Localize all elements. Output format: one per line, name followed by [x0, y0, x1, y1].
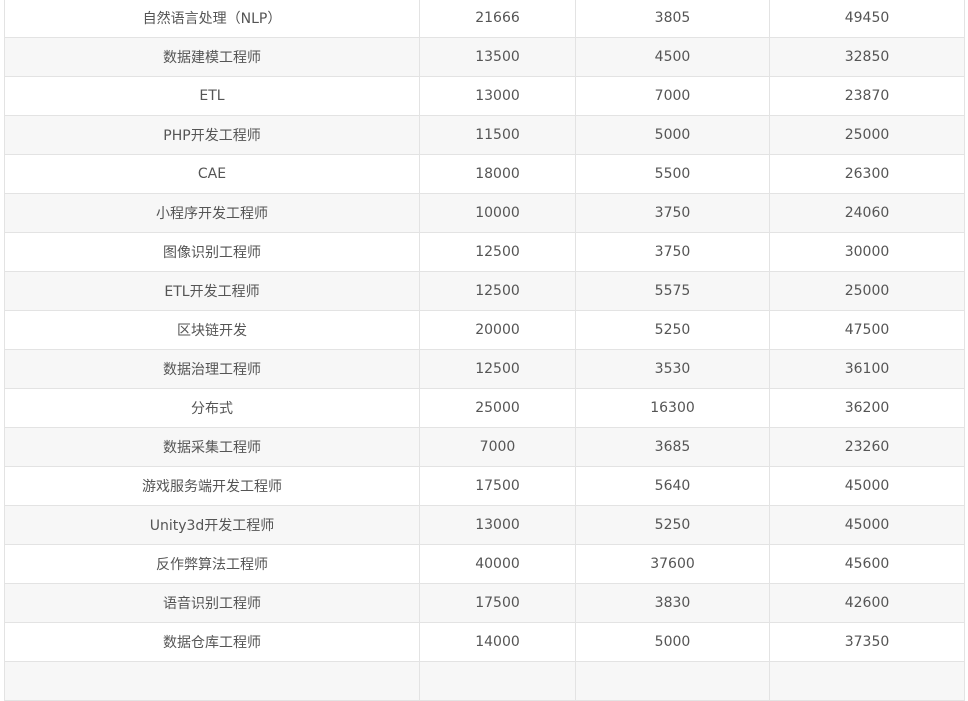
value-cell-1: 20000 — [419, 310, 576, 350]
value-cell-1: 13000 — [419, 76, 576, 116]
job-title-cell: ETL — [4, 76, 420, 116]
value-cell-2: 7000 — [575, 76, 770, 116]
value-cell-1: 12500 — [419, 232, 576, 272]
value-cell-3: 42600 — [769, 583, 965, 623]
value-cell-2: 5575 — [575, 271, 770, 311]
table-row: 分布式 25000 16300 36200 — [4, 388, 965, 428]
value-cell-2: 5250 — [575, 505, 770, 545]
value-cell-2: 4500 — [575, 37, 770, 77]
value-cell-2: 3805 — [575, 0, 770, 38]
table-row: 反作弊算法工程师 40000 37600 45600 — [4, 544, 965, 584]
value-cell-1: 25000 — [419, 388, 576, 428]
value-cell-1: 21666 — [419, 0, 576, 38]
job-title-cell: 图像识别工程师 — [4, 232, 420, 272]
table-row: Unity3d开发工程师 13000 5250 45000 — [4, 505, 965, 545]
value-cell-3: 47500 — [769, 310, 965, 350]
job-title-cell: 数据仓库工程师 — [4, 622, 420, 662]
value-cell-3: 45000 — [769, 505, 965, 545]
value-cell-2: 3685 — [575, 427, 770, 467]
table-row: 小程序开发工程师 10000 3750 24060 — [4, 193, 965, 233]
value-cell-1: 10000 — [419, 193, 576, 233]
value-cell-2: 5500 — [575, 154, 770, 194]
value-cell-3: 26300 — [769, 154, 965, 194]
job-title-cell: 数据建模工程师 — [4, 37, 420, 77]
value-cell-2: 5000 — [575, 115, 770, 155]
table-row: 区块链开发 20000 5250 47500 — [4, 310, 965, 350]
value-cell-2: 5640 — [575, 466, 770, 506]
value-cell-2: 5250 — [575, 310, 770, 350]
job-title-cell: 自然语言处理（NLP） — [4, 0, 420, 38]
salary-table: 自然语言处理（NLP） 21666 3805 49450 数据建模工程师 13500 450… — [4, 0, 965, 701]
value-cell-2: 16300 — [575, 388, 770, 428]
value-cell-1: 12500 — [419, 349, 576, 389]
job-title-cell: 数据采集工程师 — [4, 427, 420, 467]
job-title-cell: PHP开发工程师 — [4, 115, 420, 155]
table-row: 自然语言处理（NLP） 21666 3805 49450 — [4, 0, 965, 38]
table-row: 数据采集工程师 7000 3685 23260 — [4, 427, 965, 467]
job-title-cell: CAE — [4, 154, 420, 194]
value-cell-1: 17500 — [419, 466, 576, 506]
value-cell-2: 3830 — [575, 583, 770, 623]
table-row: CAE 18000 5500 26300 — [4, 154, 965, 194]
value-cell-3: 23870 — [769, 76, 965, 116]
value-cell-3: 45000 — [769, 466, 965, 506]
value-cell-1: 7000 — [419, 427, 576, 467]
job-title-cell: Unity3d开发工程师 — [4, 505, 420, 545]
value-cell-1: 13000 — [419, 505, 576, 545]
job-title-cell — [4, 661, 420, 701]
value-cell-3: 49450 — [769, 0, 965, 38]
value-cell-2: 3750 — [575, 232, 770, 272]
table-row: 数据仓库工程师 14000 5000 37350 — [4, 622, 965, 662]
value-cell-3: 36200 — [769, 388, 965, 428]
table-row: 游戏服务端开发工程师 17500 5640 45000 — [4, 466, 965, 506]
value-cell-3: 25000 — [769, 271, 965, 311]
table-row: ETL开发工程师 12500 5575 25000 — [4, 271, 965, 311]
table-row — [4, 661, 965, 701]
value-cell-2 — [575, 661, 770, 701]
table-body: 自然语言处理（NLP） 21666 3805 49450 数据建模工程师 13500 450… — [4, 0, 965, 701]
value-cell-3: 24060 — [769, 193, 965, 233]
job-title-cell: 反作弊算法工程师 — [4, 544, 420, 584]
value-cell-2: 5000 — [575, 622, 770, 662]
job-title-cell: 分布式 — [4, 388, 420, 428]
value-cell-1: 11500 — [419, 115, 576, 155]
value-cell-3: 37350 — [769, 622, 965, 662]
value-cell-3: 23260 — [769, 427, 965, 467]
value-cell-3: 36100 — [769, 349, 965, 389]
value-cell-1: 40000 — [419, 544, 576, 584]
job-title-cell: ETL开发工程师 — [4, 271, 420, 311]
value-cell-2: 3750 — [575, 193, 770, 233]
value-cell-3: 25000 — [769, 115, 965, 155]
value-cell-1: 13500 — [419, 37, 576, 77]
table-row: 数据治理工程师 12500 3530 36100 — [4, 349, 965, 389]
value-cell-2: 3530 — [575, 349, 770, 389]
value-cell-1 — [419, 661, 576, 701]
job-title-cell: 小程序开发工程师 — [4, 193, 420, 233]
value-cell-1: 12500 — [419, 271, 576, 311]
value-cell-1: 14000 — [419, 622, 576, 662]
value-cell-3: 45600 — [769, 544, 965, 584]
table-row: 语音识别工程师 17500 3830 42600 — [4, 583, 965, 623]
job-title-cell: 区块链开发 — [4, 310, 420, 350]
job-title-cell: 游戏服务端开发工程师 — [4, 466, 420, 506]
value-cell-1: 18000 — [419, 154, 576, 194]
value-cell-2: 37600 — [575, 544, 770, 584]
value-cell-3: 32850 — [769, 37, 965, 77]
value-cell-3: 30000 — [769, 232, 965, 272]
job-title-cell: 数据治理工程师 — [4, 349, 420, 389]
table-row: ETL 13000 7000 23870 — [4, 76, 965, 116]
value-cell-3 — [769, 661, 965, 701]
data-table-container: 自然语言处理（NLP） 21666 3805 49450 数据建模工程师 13500 450… — [4, 0, 965, 701]
table-row: 图像识别工程师 12500 3750 30000 — [4, 232, 965, 272]
table-row: 数据建模工程师 13500 4500 32850 — [4, 37, 965, 77]
table-row: PHP开发工程师 11500 5000 25000 — [4, 115, 965, 155]
value-cell-1: 17500 — [419, 583, 576, 623]
job-title-cell: 语音识别工程师 — [4, 583, 420, 623]
